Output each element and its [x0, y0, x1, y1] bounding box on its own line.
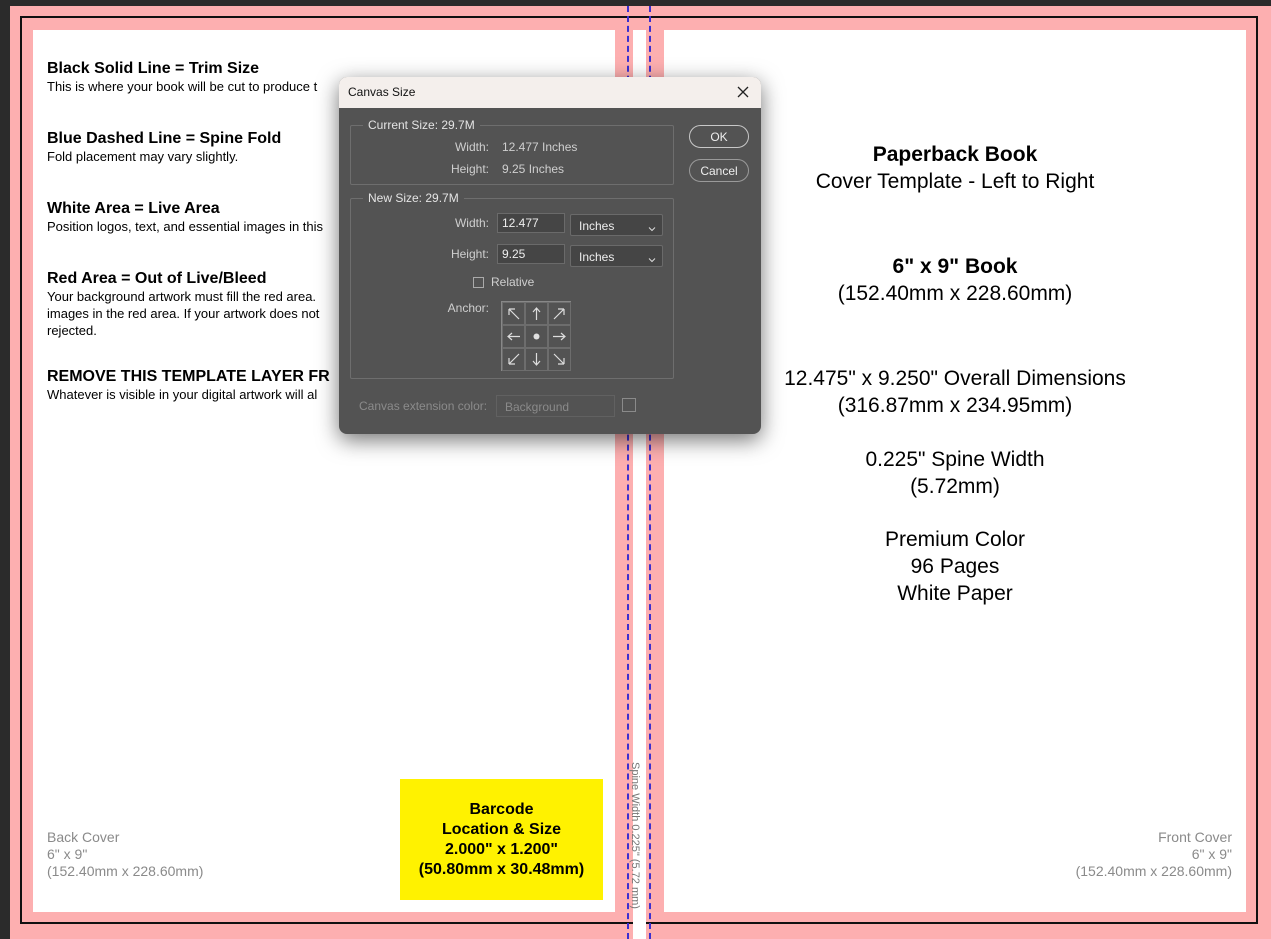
new-size-legend: New Size: 29.7M — [368, 191, 459, 205]
barcode-line: Barcode — [469, 800, 534, 818]
relative-checkbox[interactable] — [473, 277, 484, 288]
anchor-left[interactable] — [502, 325, 525, 348]
spine-metric: (5.72mm) — [910, 475, 1000, 498]
anchor-label: Anchor: — [447, 301, 489, 315]
new-height-label: Height: — [450, 247, 489, 261]
cancel-button[interactable]: Cancel — [689, 159, 749, 182]
height-unit-value: Inches — [579, 250, 615, 264]
width-input[interactable] — [497, 213, 565, 233]
canvas-extension-color-value: Background — [505, 400, 570, 414]
dialog-title: Canvas Size — [348, 85, 416, 99]
barcode-line: Location & Size — [441, 820, 562, 838]
back-cover-note: Back Cover 6" x 9" (152.40mm x 228.60mm) — [47, 829, 203, 880]
current-height-label: Height: — [450, 162, 489, 176]
spine-width: 0.225" Spine Width — [865, 448, 1045, 471]
arrow-up-right-icon — [553, 308, 565, 320]
arrow-down-right-icon — [553, 353, 565, 365]
anchor-bottom-left[interactable] — [502, 348, 525, 371]
width-unit-value: Inches — [579, 219, 615, 233]
canvas-extension-color-label: Canvas extension color: — [359, 399, 488, 413]
anchor-right[interactable] — [548, 325, 571, 348]
ok-button[interactable]: OK — [689, 125, 749, 148]
paper-spec-block: Premium Color 96 Pages White Paper — [664, 526, 1246, 607]
arrow-up-icon — [532, 307, 541, 320]
page-count: 96 Pages — [910, 555, 1000, 578]
new-width-label: Width: — [454, 216, 489, 230]
back-cover-metric: (152.40mm x 228.60mm) — [47, 863, 204, 879]
chevron-down-icon — [648, 253, 656, 263]
barcode-area: Barcode Location & Size 2.000" x 1.200" … — [400, 779, 603, 900]
current-width-value: 12.477 Inches — [502, 140, 578, 154]
spine-width-label: Spine Width 0.225" (5.72 mm) — [629, 762, 641, 909]
current-size-legend: Current Size: 29.7M — [368, 118, 475, 132]
color-type: Premium Color — [884, 528, 1026, 551]
anchor-top-left[interactable] — [502, 302, 525, 325]
paper-type: White Paper — [897, 582, 1013, 605]
height-unit-select[interactable]: Inches — [570, 245, 663, 267]
arrow-right-icon — [553, 332, 566, 341]
relative-label: Relative — [491, 275, 535, 289]
canvas-size-dialog: Canvas Size Current Size: 29.7M Width: 1… — [339, 77, 761, 434]
dialog-titlebar[interactable]: Canvas Size — [339, 77, 761, 108]
current-height-value: 9.25 Inches — [502, 162, 565, 176]
extension-color-swatch[interactable] — [622, 398, 636, 412]
arrow-up-left-icon — [508, 308, 520, 320]
anchor-grid — [501, 301, 571, 371]
canvas-extension-color-select[interactable]: Background — [496, 395, 615, 417]
arrow-down-icon — [532, 353, 541, 366]
height-input[interactable] — [497, 244, 565, 264]
anchor-top-right[interactable] — [548, 302, 571, 325]
width-unit-select[interactable]: Inches — [570, 214, 663, 236]
anchor-dot-icon — [533, 333, 540, 340]
back-cover-size: 6" x 9" — [47, 846, 88, 862]
back-cover-label: Back Cover — [47, 829, 120, 845]
arrow-down-left-icon — [508, 353, 520, 365]
anchor-center[interactable] — [525, 325, 548, 348]
close-icon[interactable] — [733, 82, 753, 102]
legend-title: Black Solid Line = Trim Size — [47, 60, 260, 77]
spine-width-block: 0.225" Spine Width (5.72mm) — [664, 446, 1246, 500]
barcode-line: (50.80mm x 30.48mm) — [418, 860, 585, 878]
anchor-bottom-right[interactable] — [548, 348, 571, 371]
anchor-top[interactable] — [525, 302, 548, 325]
front-cover-metric: (152.40mm x 228.60mm) — [1075, 863, 1232, 879]
front-cover-size: 6" x 9" — [1191, 846, 1232, 862]
chevron-down-icon — [648, 222, 656, 232]
arrow-left-icon — [507, 332, 520, 341]
barcode-line: 2.000" x 1.200" — [444, 840, 559, 858]
current-width-label: Width: — [454, 140, 489, 154]
front-cover-note: Front Cover 6" x 9" (152.40mm x 228.60mm… — [1076, 829, 1232, 880]
anchor-bottom[interactable] — [525, 348, 548, 371]
front-cover-label: Front Cover — [1158, 829, 1232, 845]
